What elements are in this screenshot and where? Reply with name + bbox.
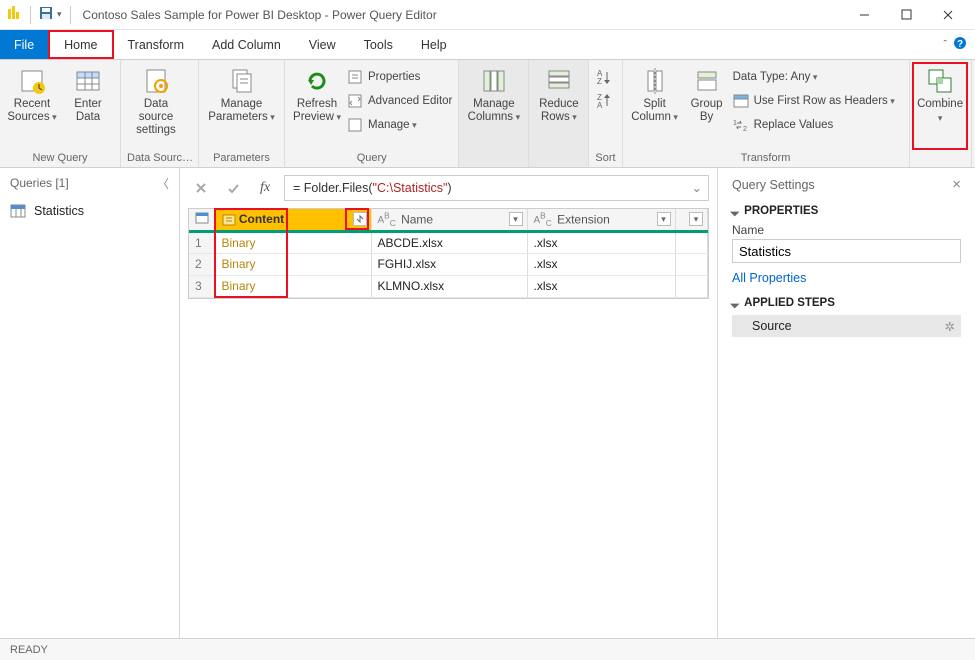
group-combine: Combine ▾ (910, 60, 972, 167)
qat-customize-dropdown[interactable]: ▾ (57, 9, 62, 20)
sort-asc-button[interactable]: AZ (595, 66, 613, 88)
main-area: Queries [1] 〈 Statistics fx = Folder.Fil… (0, 168, 975, 638)
applied-step-source[interactable]: Source ✲ (732, 315, 961, 337)
table-row[interactable]: 1 Binary ABCDE.xlsx .xlsx (189, 231, 708, 253)
advanced-editor-button[interactable]: Advanced Editor (347, 90, 452, 112)
query-item-statistics[interactable]: Statistics (0, 198, 179, 224)
column-header-name[interactable]: ABC Name ▾ (371, 209, 527, 231)
combine-files-icon[interactable] (353, 212, 367, 226)
center-pane: fx = Folder.Files("C:\Statistics") ⌄ Con (180, 168, 717, 638)
svg-text:1: 1 (733, 120, 737, 127)
tab-view[interactable]: View (295, 30, 350, 59)
data-source-settings-button[interactable]: Data source settings (127, 64, 185, 151)
svg-text:Z: Z (597, 77, 602, 85)
queries-pane: Queries [1] 〈 Statistics (0, 168, 180, 638)
ribbon-collapse-icon[interactable]: ˆ (943, 39, 947, 51)
close-settings-button[interactable]: × (952, 176, 961, 193)
data-type-button[interactable]: Data Type: Any (733, 66, 903, 88)
applied-steps-section-header[interactable]: APPLIED STEPS (732, 297, 961, 309)
select-all-corner[interactable] (189, 209, 215, 231)
close-button[interactable] (927, 0, 969, 30)
tab-help[interactable]: Help (407, 30, 461, 59)
manage-button[interactable]: Manage (347, 114, 452, 136)
manage-parameters-button[interactable]: Manage Parameters (205, 64, 278, 151)
data-grid: Content ABC Name ▾ ABC Extension ▾ (188, 208, 709, 299)
tab-transform[interactable]: Transform (114, 30, 199, 59)
group-transform: Split Column Group By Data Type: Any Use… (623, 60, 910, 167)
reduce-rows-button[interactable]: Reduce Rows (535, 64, 582, 151)
svg-text:?: ? (957, 39, 963, 50)
column-header-more[interactable]: ▾ (675, 209, 708, 231)
save-icon[interactable] (39, 6, 53, 23)
name-label: Name (732, 223, 961, 237)
tab-home[interactable]: Home (48, 30, 113, 59)
window-title: Contoso Sales Sample for Power BI Deskto… (83, 8, 437, 22)
manage-columns-button[interactable]: Manage Columns (465, 64, 522, 151)
query-settings-title: Query Settings (732, 178, 815, 192)
svg-text:2: 2 (743, 126, 747, 132)
column-header-extension[interactable]: ABC Extension ▾ (527, 209, 675, 231)
refresh-preview-button[interactable]: Refresh Preview (291, 64, 343, 151)
app-icon (6, 5, 22, 24)
group-ai-insights-partial: Tex Vis Az (972, 60, 975, 167)
query-settings-pane: Query Settings × PROPERTIES Name All Pro… (717, 168, 975, 638)
group-reduce-rows: Reduce Rows (529, 60, 589, 167)
query-name-input[interactable] (732, 239, 961, 263)
recent-sources-button[interactable]: Recent Sources (6, 64, 58, 151)
formula-input[interactable]: = Folder.Files("C:\Statistics") ⌄ (284, 175, 709, 201)
replace-values-button[interactable]: 12 Replace Values (733, 114, 903, 136)
cancel-formula-button[interactable] (188, 176, 214, 200)
group-query: Refresh Preview Properties Advanced Edit… (285, 60, 459, 167)
filter-more-icon[interactable]: ▾ (689, 212, 703, 226)
first-row-headers-button[interactable]: Use First Row as Headers (733, 90, 903, 112)
filter-name-icon[interactable]: ▾ (509, 212, 523, 226)
group-new-query: Recent Sources Enter Data New Query (0, 60, 121, 167)
title-bar: ▾ Contoso Sales Sample for Power BI Desk… (0, 0, 975, 30)
all-properties-link[interactable]: All Properties (732, 271, 961, 285)
minimize-button[interactable] (843, 0, 885, 30)
help-icon[interactable]: ? (953, 36, 967, 53)
group-data-sources: Data source settings Data Sourc… (121, 60, 199, 167)
commit-formula-button[interactable] (220, 176, 246, 200)
tab-file[interactable]: File (0, 30, 48, 59)
svg-text:A: A (597, 101, 603, 109)
column-header-content[interactable]: Content (215, 209, 371, 231)
formula-bar: fx = Folder.Files("C:\Statistics") ⌄ (188, 174, 709, 202)
maximize-button[interactable] (885, 0, 927, 30)
ribbon-tabs: File Home Transform Add Column View Tool… (0, 30, 975, 60)
tab-add-column[interactable]: Add Column (198, 30, 295, 59)
properties-section-header[interactable]: PROPERTIES (732, 205, 961, 217)
enter-data-button[interactable]: Enter Data (62, 64, 114, 151)
combine-button[interactable]: Combine ▾ (916, 64, 965, 151)
gear-icon[interactable]: ✲ (945, 319, 955, 334)
quick-access-toolbar: ▾ (6, 5, 75, 24)
split-column-button[interactable]: Split Column (629, 64, 681, 151)
properties-button[interactable]: Properties (347, 66, 452, 88)
group-parameters: Manage Parameters Parameters (199, 60, 285, 167)
filter-extension-icon[interactable]: ▾ (657, 212, 671, 226)
sort-desc-button[interactable]: ZA (595, 90, 613, 112)
fx-button[interactable]: fx (252, 176, 278, 200)
group-sort: AZ ZA Sort (589, 60, 622, 167)
status-bar: READY (0, 638, 975, 660)
formula-dropdown-icon[interactable]: ⌄ (692, 180, 702, 195)
table-row[interactable]: 3 Binary KLMNO.xlsx .xlsx (189, 275, 708, 297)
binary-link[interactable]: Binary (222, 236, 256, 250)
binary-type-icon (222, 214, 236, 226)
binary-link[interactable]: Binary (222, 257, 256, 271)
tab-tools[interactable]: Tools (350, 30, 407, 59)
table-icon (10, 204, 26, 218)
group-by-button[interactable]: Group By (685, 64, 729, 151)
status-text: READY (10, 644, 48, 656)
queries-header: Queries [1] (10, 176, 69, 190)
ribbon: Recent Sources Enter Data New Query Data… (0, 60, 975, 168)
collapse-queries-icon[interactable]: 〈 (157, 175, 169, 192)
group-manage-columns: Manage Columns (459, 60, 529, 167)
binary-link[interactable]: Binary (222, 279, 256, 293)
table-row[interactable]: 2 Binary FGHIJ.xlsx .xlsx (189, 253, 708, 275)
